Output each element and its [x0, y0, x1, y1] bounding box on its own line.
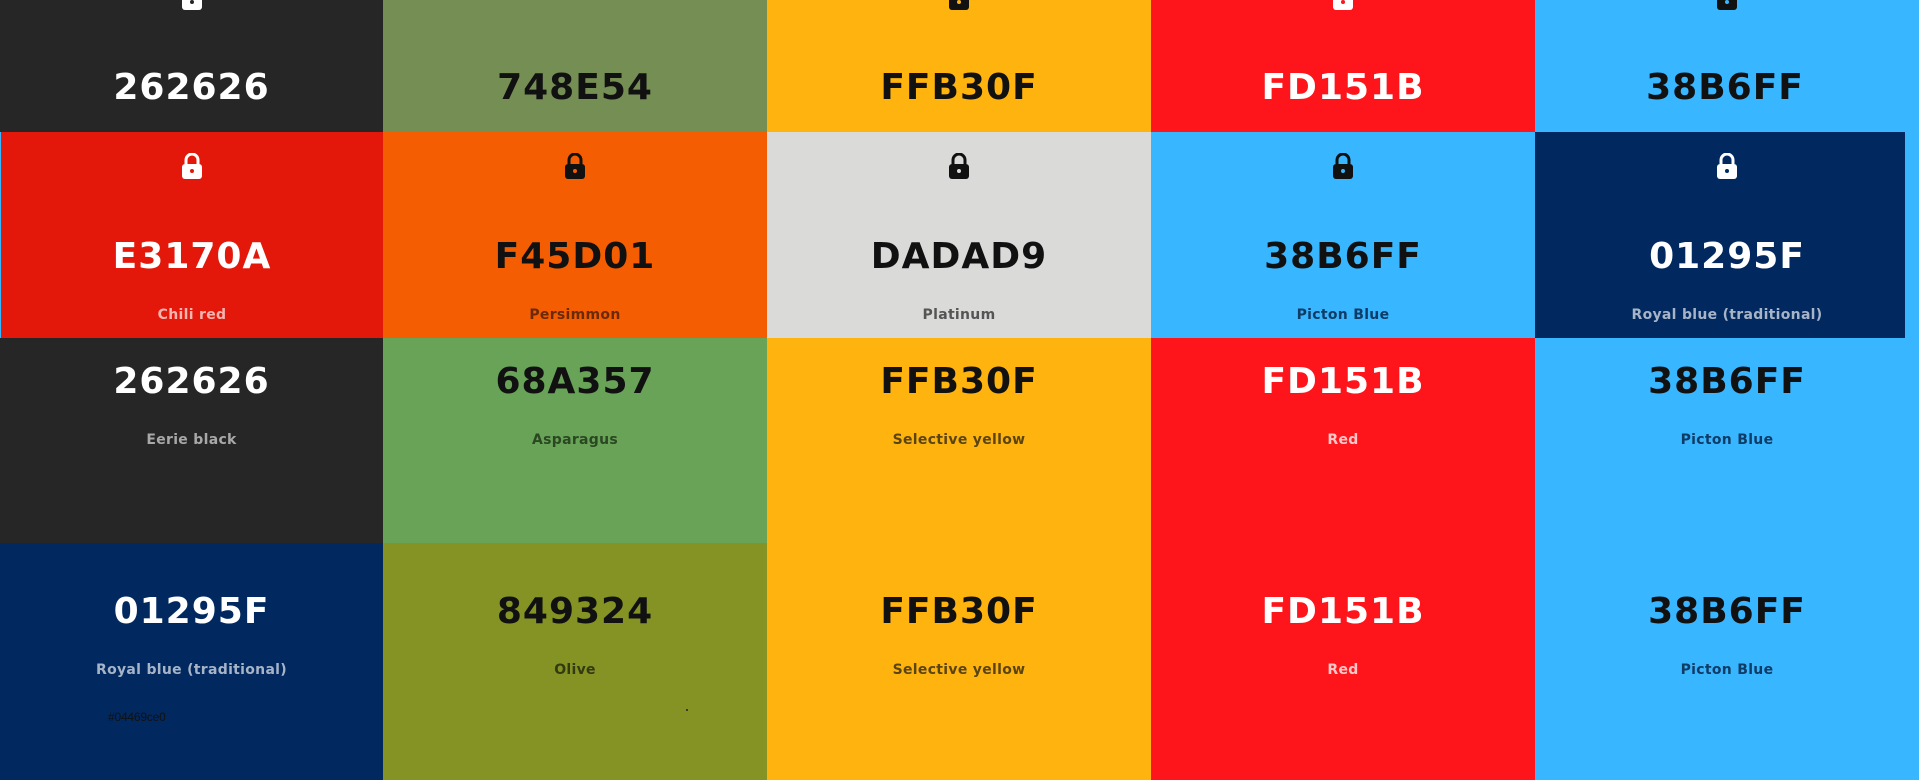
hex-code[interactable]: FD151B [1151, 590, 1535, 634]
hex-code[interactable]: 38B6FF [1535, 590, 1919, 634]
swatch-ffb30f-bottom[interactable]: FFB30F Selective yellow [767, 543, 1151, 780]
color-name: Selective yellow [892, 662, 1026, 678]
hex-code[interactable]: 748E54 [383, 66, 767, 110]
hex-code[interactable]: FD151B [1151, 360, 1535, 404]
color-name: Red [1327, 432, 1359, 448]
lock-icon[interactable] [1332, 153, 1354, 179]
swatch-e3170a[interactable]: E3170A Chili red [1, 132, 383, 338]
hex-code[interactable]: F45D01 [383, 235, 767, 279]
hex-code[interactable]: 38B6FF [1535, 360, 1919, 404]
swatch-01295f[interactable]: 01295F Royal blue (traditional) #04469ce… [0, 543, 383, 780]
hex-code[interactable]: 01295F [0, 590, 383, 634]
swatch-f45d01[interactable]: F45D01 Persimmon [383, 132, 767, 338]
swatch-849324[interactable]: 849324 Olive [383, 543, 767, 780]
hex-code[interactable]: 01295F [1535, 235, 1905, 279]
color-name: Chili red [157, 307, 227, 323]
swatch-38b6ff-bottom[interactable]: 38B6FF Picton Blue [1535, 543, 1919, 780]
swatch-262626-top[interactable]: 262626 [0, 0, 383, 132]
color-name: Persimmon [529, 307, 621, 323]
swatch-dadad9[interactable]: DADAD9 Platinum [767, 132, 1151, 338]
color-name: Selective yellow [892, 432, 1026, 448]
color-name: Picton Blue [1296, 307, 1390, 323]
color-name: Royal blue (traditional) [96, 662, 287, 678]
hex-code[interactable]: 38B6FF [1151, 235, 1535, 279]
hex-code[interactable]: FFB30F [767, 360, 1151, 404]
hex-code[interactable]: 849324 [383, 590, 767, 634]
color-name: Asparagus [531, 432, 618, 448]
lock-icon[interactable] [1716, 0, 1738, 10]
swatch-68a357[interactable]: 68A357 Asparagus [383, 338, 767, 543]
hex-code[interactable]: DADAD9 [767, 235, 1151, 279]
hex-code[interactable]: 262626 [0, 66, 383, 110]
hex-code[interactable]: E3170A [1, 235, 383, 279]
color-name: Picton Blue [1680, 662, 1774, 678]
hex-note: #04469ce0 [108, 710, 166, 724]
lock-icon[interactable] [564, 153, 586, 179]
lock-icon[interactable] [181, 0, 203, 10]
color-name: Red [1327, 662, 1359, 678]
swatch-38b6ff-top[interactable]: 38B6FF [1535, 0, 1919, 132]
color-name: Platinum [922, 307, 996, 323]
hex-code[interactable]: FFB30F [767, 66, 1151, 110]
swatch-262626[interactable]: 262626 Eerie black [0, 338, 383, 543]
lock-icon[interactable] [1716, 153, 1738, 179]
swatch-38b6ff-mid[interactable]: 38B6FF Picton Blue [1151, 132, 1535, 338]
hex-code[interactable]: FFB30F [767, 590, 1151, 634]
lock-icon[interactable] [181, 153, 203, 179]
swatch-01295f-mid[interactable]: 01295F Royal blue (traditional) [1535, 132, 1905, 338]
color-name: Picton Blue [1680, 432, 1774, 448]
swatch-748e54[interactable]: 748E54 [383, 0, 767, 132]
swatch-fd151b-bottom[interactable]: FD151B Red [1151, 543, 1535, 780]
hex-code[interactable]: 262626 [0, 360, 383, 404]
color-name: Royal blue (traditional) [1631, 307, 1823, 323]
swatch-ffb30f-top[interactable]: FFB30F [767, 0, 1151, 132]
color-name: Olive [554, 662, 596, 678]
cursor-dot [686, 709, 688, 711]
lock-icon[interactable] [948, 0, 970, 10]
swatch-fd151b-top[interactable]: FD151B [1151, 0, 1535, 132]
hex-code[interactable]: 68A357 [383, 360, 767, 404]
color-name: Eerie black [146, 432, 237, 448]
hex-code[interactable]: FD151B [1151, 66, 1535, 110]
lock-icon[interactable] [1332, 0, 1354, 10]
lock-icon[interactable] [948, 153, 970, 179]
hex-code[interactable]: 38B6FF [1535, 66, 1915, 110]
